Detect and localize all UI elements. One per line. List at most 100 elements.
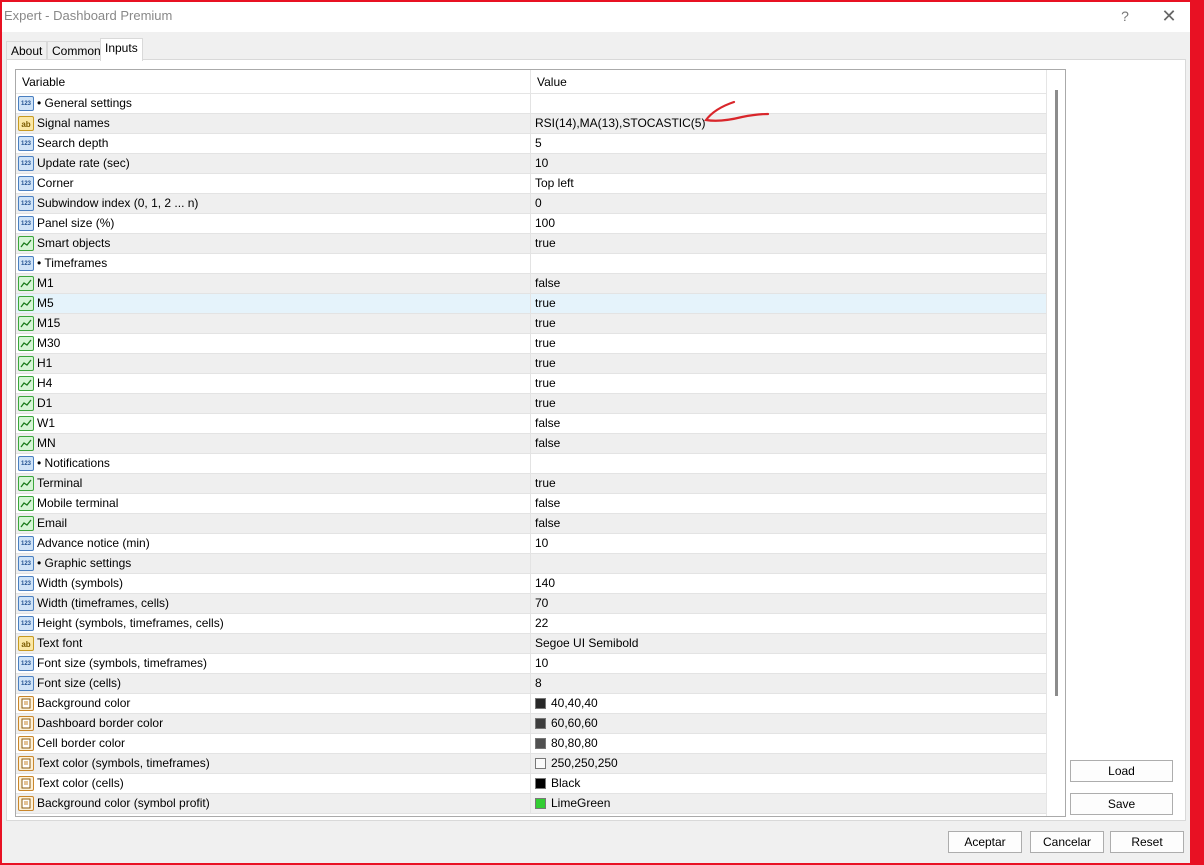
- value-cell[interactable]: 70: [530, 594, 1046, 613]
- cancel-button[interactable]: Cancelar: [1030, 831, 1104, 853]
- value-cell[interactable]: RSI(14),MA(13),STOCASTIC(5): [530, 114, 1046, 133]
- value-cell[interactable]: true: [530, 234, 1046, 253]
- group-header-row[interactable]: 123 • General settings: [16, 94, 1046, 114]
- input-row[interactable]: 123 Subwindow index (0, 1, 2 ... n) 0: [16, 194, 1046, 214]
- value-cell[interactable]: false: [530, 414, 1046, 433]
- vertical-scrollbar[interactable]: [1046, 70, 1065, 816]
- scrollbar-thumb[interactable]: [1055, 90, 1058, 696]
- input-row[interactable]: H4 true: [16, 374, 1046, 394]
- value-cell[interactable]: [530, 454, 1046, 473]
- input-row[interactable]: M30 true: [16, 334, 1046, 354]
- value-cell[interactable]: true: [530, 374, 1046, 393]
- input-row[interactable]: M5 true: [16, 294, 1046, 314]
- ok-button[interactable]: Aceptar: [948, 831, 1022, 853]
- tab-common[interactable]: Common: [47, 41, 106, 60]
- value-cell[interactable]: Segoe UI Semibold: [530, 634, 1046, 653]
- input-row[interactable]: Cell border color 80,80,80: [16, 734, 1046, 754]
- value-cell[interactable]: 40,40,40: [530, 694, 1046, 713]
- value-cell[interactable]: [530, 254, 1046, 273]
- value-cell[interactable]: 250,250,250: [530, 754, 1046, 773]
- input-row[interactable]: Dashboard border color 60,60,60: [16, 714, 1046, 734]
- value-text: false: [535, 496, 561, 510]
- variable-cell: 123 • Notifications: [16, 454, 530, 473]
- value-cell[interactable]: false: [530, 434, 1046, 453]
- input-row[interactable]: 123 Advance notice (min) 10: [16, 534, 1046, 554]
- load-button[interactable]: Load: [1070, 760, 1173, 782]
- numeric-type-icon: 123: [18, 96, 34, 111]
- input-row[interactable]: ab Signal names RSI(14),MA(13),STOCASTIC(5…: [16, 114, 1046, 134]
- input-row[interactable]: Background color (symbol profit) LimeGree…: [16, 794, 1046, 814]
- value-cell[interactable]: [530, 94, 1046, 113]
- input-row[interactable]: 123 Corner Top left: [16, 174, 1046, 194]
- help-button[interactable]: ?: [1110, 4, 1140, 28]
- value-cell[interactable]: 10: [530, 654, 1046, 673]
- color-swatch[interactable]: [535, 718, 546, 729]
- value-cell[interactable]: [530, 554, 1046, 573]
- value-cell[interactable]: false: [530, 494, 1046, 513]
- column-header-value[interactable]: Value: [531, 70, 1031, 94]
- value-cell[interactable]: 0: [530, 194, 1046, 213]
- value-cell[interactable]: 60,60,60: [530, 714, 1046, 733]
- value-cell[interactable]: 140: [530, 574, 1046, 593]
- input-row[interactable]: MN false: [16, 434, 1046, 454]
- input-row[interactable]: 123 Font size (cells) 8: [16, 674, 1046, 694]
- input-row[interactable]: 123 Panel size (%) 100: [16, 214, 1046, 234]
- close-button[interactable]: ✕: [1154, 4, 1184, 28]
- value-cell[interactable]: Top left: [530, 174, 1046, 193]
- value-cell[interactable]: LimeGreen: [530, 794, 1046, 813]
- save-button[interactable]: Save: [1070, 793, 1173, 815]
- input-row[interactable]: 123 Height (symbols, timeframes, cells) 22: [16, 614, 1046, 634]
- value-cell[interactable]: true: [530, 294, 1046, 313]
- input-row[interactable]: 123 Font size (symbols, timeframes) 10: [16, 654, 1046, 674]
- input-row[interactable]: 123 Width (symbols) 140: [16, 574, 1046, 594]
- input-row[interactable]: Text color (symbols, timeframes) 250,250,…: [16, 754, 1046, 774]
- input-row[interactable]: D1 true: [16, 394, 1046, 414]
- color-swatch[interactable]: [535, 698, 546, 709]
- input-row[interactable]: Mobile terminal false: [16, 494, 1046, 514]
- title-bar[interactable]: Expert - Dashboard Premium ? ✕: [2, 2, 1190, 32]
- input-row[interactable]: 123 Update rate (sec) 10: [16, 154, 1046, 174]
- tab-inputs[interactable]: Inputs: [100, 38, 143, 61]
- color-swatch[interactable]: [535, 778, 546, 789]
- input-row[interactable]: 123 Width (timeframes, cells) 70: [16, 594, 1046, 614]
- group-header-row[interactable]: 123 • Notifications: [16, 454, 1046, 474]
- input-row[interactable]: 123 Search depth 5: [16, 134, 1046, 154]
- variable-cell: 123 • General settings: [16, 94, 530, 113]
- value-cell[interactable]: true: [530, 314, 1046, 333]
- color-swatch[interactable]: [535, 798, 546, 809]
- value-cell[interactable]: Black: [530, 774, 1046, 793]
- value-cell[interactable]: 80,80,80: [530, 734, 1046, 753]
- input-row[interactable]: H1 true: [16, 354, 1046, 374]
- value-cell[interactable]: false: [530, 274, 1046, 293]
- input-row[interactable]: Smart objects true: [16, 234, 1046, 254]
- input-row[interactable]: ab Text font Segoe UI Semibold: [16, 634, 1046, 654]
- value-cell[interactable]: 22: [530, 614, 1046, 633]
- value-cell[interactable]: true: [530, 394, 1046, 413]
- color-type-icon: [18, 736, 34, 751]
- input-row[interactable]: Terminal true: [16, 474, 1046, 494]
- value-cell[interactable]: 8: [530, 674, 1046, 693]
- variable-cell: H4: [16, 374, 530, 393]
- input-row[interactable]: M15 true: [16, 314, 1046, 334]
- input-row[interactable]: Text color (cells) Black: [16, 774, 1046, 794]
- value-cell[interactable]: 5: [530, 134, 1046, 153]
- value-cell[interactable]: 100: [530, 214, 1046, 233]
- group-header-row[interactable]: 123 • Graphic settings: [16, 554, 1046, 574]
- color-swatch[interactable]: [535, 758, 546, 769]
- value-cell[interactable]: true: [530, 354, 1046, 373]
- group-header-row[interactable]: 123 • Timeframes: [16, 254, 1046, 274]
- value-cell[interactable]: true: [530, 334, 1046, 353]
- color-swatch[interactable]: [535, 738, 546, 749]
- input-row[interactable]: W1 false: [16, 414, 1046, 434]
- column-header-variable[interactable]: Variable: [16, 70, 530, 94]
- input-row[interactable]: M1 false: [16, 274, 1046, 294]
- input-row[interactable]: Email false: [16, 514, 1046, 534]
- value-cell[interactable]: false: [530, 514, 1046, 533]
- value-cell[interactable]: 10: [530, 154, 1046, 173]
- tab-about[interactable]: About: [6, 41, 48, 60]
- value-cell[interactable]: 10: [530, 534, 1046, 553]
- input-row[interactable]: Background color 40,40,40: [16, 694, 1046, 714]
- value-cell[interactable]: true: [530, 474, 1046, 493]
- variable-cell: M15: [16, 314, 530, 333]
- reset-button[interactable]: Reset: [1110, 831, 1184, 853]
